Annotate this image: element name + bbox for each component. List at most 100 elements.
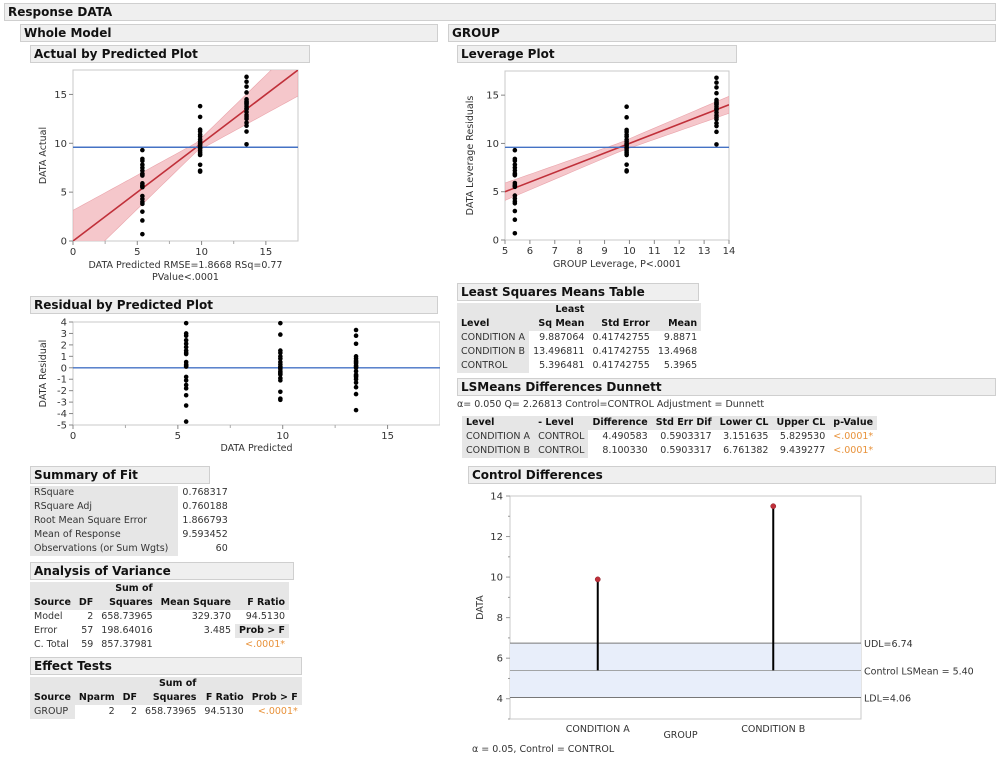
x-category-label: CONDITION B [741, 724, 805, 735]
y-axis-label: DATA Actual [38, 127, 49, 184]
data-point [624, 169, 629, 174]
lsm-level: CONTROL [457, 359, 530, 373]
y-tick-label: 15 [486, 91, 499, 102]
et-col-p: Prob > F [247, 677, 302, 705]
data-point [714, 85, 719, 90]
et-nparm: 2 [108, 706, 115, 717]
data-point [183, 351, 189, 357]
x-tick-label: 10 [195, 247, 208, 258]
table-row: Observations (or Sum Wgts) 60 [30, 542, 232, 556]
et-col-ss2: Squares [141, 691, 201, 705]
data-point [244, 141, 249, 147]
data-point [244, 99, 249, 105]
lsmean-point [594, 576, 601, 583]
ls-means-header[interactable]: Least Squares Means Table [457, 283, 699, 301]
anova-ss: 857.37981 [101, 639, 153, 650]
y-tick-label: 4 [61, 318, 67, 329]
dunnett-header[interactable]: LSMeans Differences Dunnett [457, 378, 996, 396]
ls-means-table: Level Least Std Error Mean Sq Mean CONDI… [457, 303, 702, 373]
data-point [278, 332, 283, 337]
table-row: GROUP 2 2 658.73965 94.5130 <.0001* [30, 705, 302, 719]
dn-level: CONDITION B [462, 444, 535, 458]
summary-of-fit-header[interactable]: Summary of Fit [30, 466, 210, 484]
data-point [353, 327, 359, 333]
table-row: CONDITION B 13.496811 0.41742755 13.4968 [457, 345, 701, 359]
data-point [714, 123, 719, 129]
group-header[interactable]: GROUP [448, 24, 996, 42]
anova-df: 59 [81, 639, 94, 650]
anova-source: Model [34, 611, 63, 622]
dn-diff: 4.490583 [602, 431, 648, 442]
data-point [624, 115, 629, 120]
data-point [140, 231, 145, 237]
x-tick-label: 12 [673, 246, 686, 257]
table-row: RSquare 0.768317 [30, 486, 232, 500]
residual-by-predicted-header[interactable]: Residual by Predicted Plot [30, 296, 438, 314]
x-tick-label: 6 [527, 246, 533, 257]
actual-by-predicted-header[interactable]: Actual by Predicted Plot [30, 45, 310, 63]
data-point [512, 201, 518, 206]
data-point [244, 79, 249, 85]
x-tick-label: 11 [648, 246, 661, 257]
anova-header[interactable]: Analysis of Variance [30, 562, 294, 580]
data-point [714, 129, 719, 135]
udl-label: UDL=6.74 [864, 639, 913, 650]
data-point [512, 172, 518, 178]
x-axis-label-2: PValue<.0001 [152, 272, 219, 283]
leverage-plot-header[interactable]: Leverage Plot [457, 45, 737, 63]
effect-tests-table: Source Nparm DF Sum of F Ratio Prob > F … [30, 677, 302, 719]
dn-upper-cl: 5.829530 [779, 431, 826, 442]
table-row: Mean of Response 9.593452 [30, 528, 232, 542]
data-point [353, 380, 359, 385]
dn-minus-level: CONTROL [534, 444, 589, 458]
data-point [714, 106, 719, 111]
dn-diff: 8.100330 [602, 445, 648, 456]
lsm-col-lsm1: Least [529, 303, 589, 317]
control-differences-header[interactable]: Control Differences [468, 466, 996, 484]
sof-value: 60 [215, 543, 228, 554]
table-row: C. Total 59 857.37981 <.0001* [30, 638, 289, 652]
lsm-col-se: Std Error [588, 303, 654, 331]
data-point [197, 152, 203, 158]
x-tick-label: 0 [70, 247, 76, 258]
lsm-col-level: Level [457, 303, 530, 331]
data-point [183, 378, 189, 383]
y-tick-label: 5 [493, 187, 499, 198]
et-col-f: F Ratio [200, 677, 248, 705]
et-source: GROUP [30, 705, 75, 719]
y-tick-label: 10 [490, 573, 503, 584]
anova-ms [157, 638, 235, 652]
anova-table: Source DF Sum of Mean Square F Ratio Squ… [30, 582, 290, 652]
dunnett-info: α= 0.050 Q= 2.26813 Control=CONTROL Adju… [457, 399, 765, 410]
table-row: Model 2 658.73965 329.370 94.5130 [30, 610, 289, 624]
data-point [353, 391, 359, 397]
effect-tests-header[interactable]: Effect Tests [30, 657, 302, 675]
et-f: 94.5130 [204, 706, 244, 717]
sof-value: 1.866793 [182, 515, 228, 526]
data-point [278, 397, 283, 403]
x-tick-label: 10 [276, 431, 289, 442]
dn-col-level: Level [462, 416, 535, 430]
lsmean-point [770, 503, 777, 510]
data-point [183, 364, 189, 369]
dn-std-err: 0.5903317 [660, 445, 712, 456]
dn-p-value: <.0001* [833, 431, 874, 442]
anova-col-source: Source [30, 582, 75, 610]
dn-col-p: p-Value [829, 416, 878, 430]
et-col-ss1: Sum of [141, 677, 201, 691]
ldl-label: LDL=4.06 [864, 694, 911, 705]
x-tick-label: 9 [601, 246, 607, 257]
y-tick-label: 1 [61, 352, 67, 363]
response-header[interactable]: Response DATA [4, 3, 996, 21]
dn-std-err: 0.5903317 [660, 431, 712, 442]
whole-model-header[interactable]: Whole Model [20, 24, 438, 42]
anova-ss: 658.73965 [101, 611, 153, 622]
data-point [512, 184, 518, 190]
lsm-std-error: 0.41742755 [592, 346, 650, 357]
data-point [140, 173, 145, 178]
data-point [353, 341, 359, 347]
data-point [278, 378, 283, 383]
data-point [244, 129, 249, 134]
y-tick-label: 12 [490, 532, 503, 543]
sof-label: Observations (or Sum Wgts) [30, 542, 179, 556]
